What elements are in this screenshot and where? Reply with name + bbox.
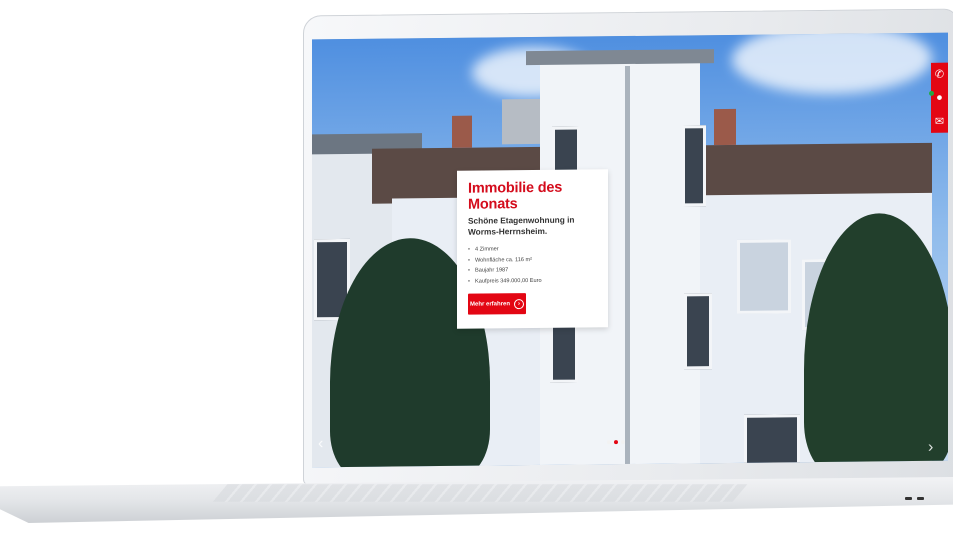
window [744, 414, 800, 468]
feature-list: 4 Zimmer Wohnfläche ca. 116 m² Baujahr 1… [468, 243, 599, 286]
more-info-button[interactable]: Mehr erfahren › [468, 293, 526, 315]
card-subtitle: Schöne Etagenwohnung in Worms-Herrnsheim… [468, 214, 575, 237]
keyboard [212, 484, 748, 502]
usb-port [905, 497, 912, 500]
phone-icon[interactable]: ✆ [935, 68, 944, 81]
slider-prev-button[interactable]: ‹ [318, 435, 323, 453]
featured-property-card: Immobilie des Monats Schöne Etagenwohnun… [457, 169, 608, 329]
slider-pagination [607, 440, 625, 445]
window [684, 293, 712, 370]
card-title: Immobilie des Monats [468, 179, 563, 213]
slider-dot[interactable] [607, 440, 611, 445]
feature-item: Kaufpreis 349.000,00 Euro [468, 275, 599, 287]
window [737, 239, 791, 314]
chimney [714, 108, 736, 146]
status-dot [929, 90, 934, 96]
contact-sidebar: ✆ ● ✉ [929, 62, 948, 133]
more-info-label: Mehr erfahren [469, 300, 510, 308]
laptop-screen: Immobilie des Monats Schöne Etagenwohnun… [312, 32, 948, 468]
slider-dot[interactable] [621, 440, 625, 445]
window [682, 125, 706, 207]
whatsapp-icon[interactable]: ● [936, 92, 943, 104]
mail-icon[interactable]: ✉ [935, 114, 944, 127]
slider-next-button[interactable]: › [928, 439, 933, 457]
tower-roof [526, 49, 714, 66]
chimney [502, 98, 542, 145]
downpipe [625, 66, 630, 465]
usb-port [917, 497, 924, 500]
chevron-right-circle-icon: › [514, 298, 524, 309]
slider-dot-active[interactable] [614, 440, 618, 445]
chimney [452, 115, 472, 148]
